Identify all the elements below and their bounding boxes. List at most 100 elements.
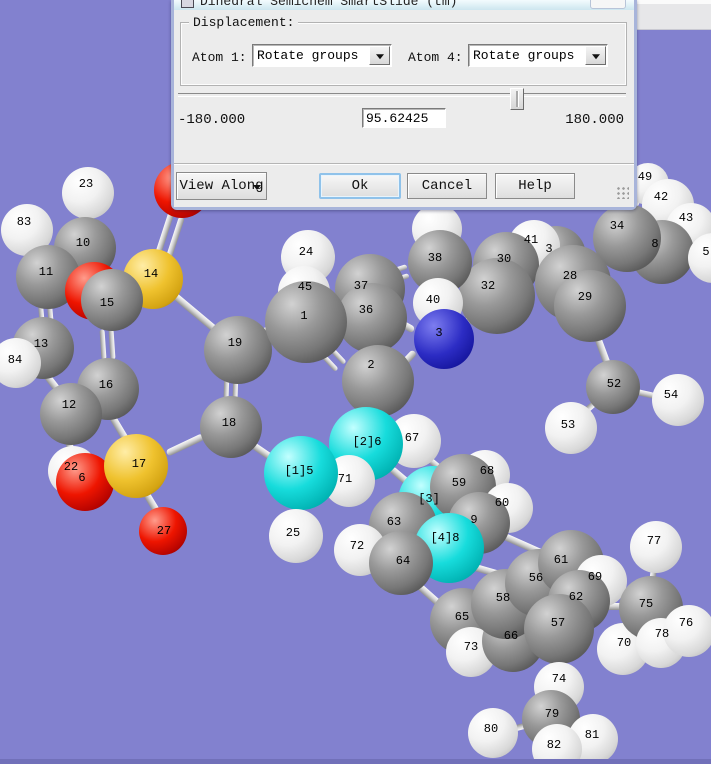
atom-label-40: 40 xyxy=(425,293,441,307)
atom-label-77: 77 xyxy=(646,534,662,548)
atom-label-37: 37 xyxy=(353,279,369,293)
view-along-button[interactable]: View Along xyxy=(176,172,267,200)
atom-label-80: 80 xyxy=(483,722,499,736)
atom-label-26: 6 xyxy=(78,471,86,485)
atom-2[interactable] xyxy=(342,345,414,417)
atom-19[interactable] xyxy=(204,316,272,384)
atom-label-5: 5 xyxy=(702,245,710,259)
atom-label-64: 64 xyxy=(395,554,411,568)
atom4-combobox-arrow-button[interactable] xyxy=(585,46,606,65)
atom-3[interactable] xyxy=(414,309,474,369)
atom-label-62: 62 xyxy=(568,590,584,604)
dialog-body: Displacement: Atom 1: Rotate groups Atom… xyxy=(174,10,634,207)
atom-label-5sel: [1]5 xyxy=(284,464,314,478)
atom-label-34: 34 xyxy=(609,219,625,233)
atom-label-66: 66 xyxy=(503,629,519,643)
atom-label-58: 58 xyxy=(495,591,511,605)
atom-label-71: 71 xyxy=(337,472,353,486)
dialog-separator xyxy=(174,163,634,165)
backdrop-window-toolbar xyxy=(637,4,711,30)
atom-label-59: 59 xyxy=(451,476,467,490)
slider-min-label: -180.000 xyxy=(178,112,246,128)
atom-label-8: [4]8 xyxy=(430,531,460,545)
atom-label-22: 22 xyxy=(63,460,79,474)
atom-label-17: 17 xyxy=(131,457,147,471)
atom-label-84: 84 xyxy=(7,353,23,367)
atom-label-45: 45 xyxy=(297,280,313,294)
atom-label-65: 65 xyxy=(454,610,470,624)
atom-label-27: 27 xyxy=(156,524,172,538)
cancel-button[interactable]: Cancel xyxy=(407,173,487,199)
atom1-combobox-arrow-button[interactable] xyxy=(369,46,390,65)
view-along-label: View Along xyxy=(179,178,264,194)
atom-label-56: 56 xyxy=(528,571,544,585)
atom-label-68: 68 xyxy=(479,464,495,478)
atom-12[interactable] xyxy=(40,383,102,445)
atom-label-2: 2 xyxy=(367,358,375,372)
atom-label-19: 19 xyxy=(227,336,243,350)
atom-label-73: 73 xyxy=(463,640,479,654)
viewport-bottom-edge xyxy=(0,759,711,764)
atom-label-38: 38 xyxy=(427,251,443,265)
atom-label-42: 42 xyxy=(653,190,669,204)
atom-label-13: 13 xyxy=(33,337,49,351)
atom-label-78: 78 xyxy=(654,627,670,641)
atom-label-43: 43 xyxy=(678,211,694,225)
dihedral-slider-track[interactable] xyxy=(178,93,626,97)
atom4-combobox[interactable]: Rotate groups xyxy=(468,44,608,67)
atom-label-10: 10 xyxy=(75,236,91,250)
dihedral-smartslide-dialog: Dihedral Semichem SmartSlide (tm) Displa… xyxy=(171,0,637,210)
atom-label-6: [2]6 xyxy=(352,435,382,449)
atom-label-25: 25 xyxy=(285,526,301,540)
atom-label-24: 24 xyxy=(298,245,314,259)
atom-label-60: 60 xyxy=(494,496,510,510)
bond xyxy=(99,328,107,360)
atom-label-29: 29 xyxy=(577,290,593,304)
atom-label-3: 3 xyxy=(435,326,443,340)
atom1-combobox-value: Rotate groups xyxy=(257,48,359,63)
atom1-label: Atom 1: xyxy=(192,50,247,65)
atom-label-33: 3 xyxy=(545,242,553,256)
atom4-combobox-value: Rotate groups xyxy=(473,48,575,63)
chevron-down-icon xyxy=(375,53,384,59)
atom-label-61: 61 xyxy=(553,553,569,567)
atom-label-1: 1 xyxy=(300,309,308,323)
atom-label-53: 53 xyxy=(560,418,576,432)
atom-label-14: 14 xyxy=(143,267,159,281)
atom-label-16: 16 xyxy=(98,378,114,392)
atom-label-15: 15 xyxy=(99,296,115,310)
atom-label-83: 83 xyxy=(16,215,32,229)
atom-36[interactable] xyxy=(337,283,407,353)
bond xyxy=(165,432,205,457)
close-button[interactable] xyxy=(590,0,626,9)
atom-label-7: [3] xyxy=(418,492,440,506)
dihedral-slider-handle[interactable] xyxy=(510,88,524,110)
atom-label-54: 54 xyxy=(663,388,679,402)
atom-label-63: 63 xyxy=(386,515,402,529)
help-button[interactable]: Help xyxy=(495,173,575,199)
atom-label-30: 30 xyxy=(496,252,512,266)
atom-label-11: 11 xyxy=(38,265,54,279)
atom4-label: Atom 4: xyxy=(408,50,463,65)
atom-label-28: 28 xyxy=(562,269,578,283)
chevron-down-icon xyxy=(591,53,600,59)
atom-label-74: 74 xyxy=(551,672,567,686)
dialog-title: Dihedral Semichem SmartSlide (tm) xyxy=(200,0,458,9)
atom-label-23: 23 xyxy=(78,177,94,191)
atom-label-72: 72 xyxy=(349,539,365,553)
atom-label-36: 36 xyxy=(358,303,374,317)
atom-label-69: 69 xyxy=(587,570,603,584)
atom-label-82: 82 xyxy=(546,738,562,752)
atom-76[interactable] xyxy=(663,605,711,657)
dihedral-value-input[interactable] xyxy=(362,108,446,128)
atom-23[interactable] xyxy=(62,167,114,219)
atom-label-57: 57 xyxy=(550,616,566,630)
atom-label-67: 67 xyxy=(404,431,420,445)
ok-button[interactable]: Ok xyxy=(319,173,401,199)
resize-grip[interactable] xyxy=(615,185,629,199)
atom1-combobox[interactable]: Rotate groups xyxy=(252,44,392,67)
atom-label-76: 76 xyxy=(678,616,694,630)
atom-label-32: 32 xyxy=(480,279,496,293)
atom-label-12: 12 xyxy=(61,398,77,412)
displacement-group-label: Displacement: xyxy=(189,15,299,30)
